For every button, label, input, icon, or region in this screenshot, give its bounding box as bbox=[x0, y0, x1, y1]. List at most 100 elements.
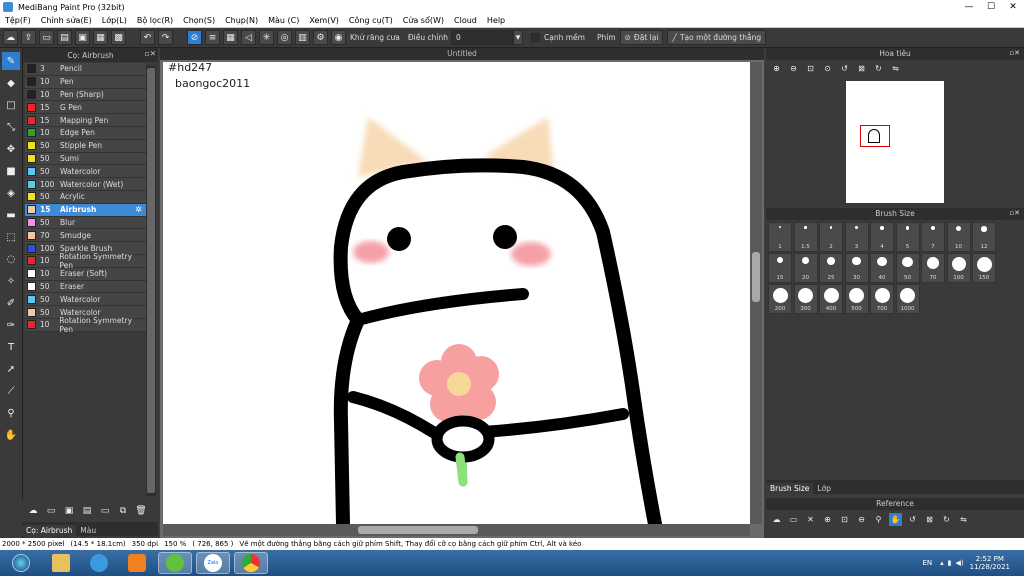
ref-folder-icon[interactable]: ▭ bbox=[787, 513, 800, 526]
open-folder-icon[interactable]: ▤ bbox=[57, 30, 72, 45]
brush-size-option[interactable]: 40 bbox=[870, 253, 894, 283]
export-icon[interactable]: ▦ bbox=[93, 30, 108, 45]
ref-flip-icon[interactable]: ⇋ bbox=[957, 513, 970, 526]
save-icon[interactable]: ▣ bbox=[75, 30, 90, 45]
taskbar-chrome[interactable] bbox=[234, 552, 268, 574]
cloud-brush-icon[interactable]: ☁ bbox=[26, 504, 40, 518]
copy-icon[interactable]: ⧉ bbox=[116, 504, 130, 518]
brush-item[interactable]: 10 Pen (Sharp) bbox=[25, 88, 146, 102]
taskbar-explorer[interactable] bbox=[44, 552, 78, 574]
brush-item[interactable]: 100 Watercolor (Wet) bbox=[25, 178, 146, 191]
minimize-button[interactable]: — bbox=[958, 0, 980, 14]
tray-arrow-icon[interactable]: ▴ bbox=[940, 559, 944, 567]
adjust-input[interactable]: 0 bbox=[451, 30, 513, 45]
brush-item[interactable]: 50 Watercolor bbox=[25, 165, 146, 179]
hand-tool-icon[interactable]: ✋ bbox=[2, 426, 20, 444]
menu-layer[interactable]: Lớp(L) bbox=[97, 16, 132, 25]
ref-eyedropper-icon[interactable]: ⚲ bbox=[872, 513, 885, 526]
brush-size-option[interactable]: 20 bbox=[793, 253, 818, 283]
maximize-button[interactable]: ☐ bbox=[980, 0, 1002, 14]
upload-icon[interactable]: ⇪ bbox=[21, 30, 36, 45]
brush-size-option[interactable]: 30 bbox=[844, 253, 869, 283]
lasso-icon[interactable]: ◌ bbox=[2, 250, 20, 268]
brush-item[interactable]: 70 Smudge bbox=[25, 229, 146, 243]
taskbar-media[interactable] bbox=[120, 552, 154, 574]
zoom-out-icon[interactable]: ⊖ bbox=[787, 62, 800, 75]
magic-wand-icon[interactable]: ✧ bbox=[2, 272, 20, 290]
brush-item[interactable]: 10 Rotation Symmetry Pen bbox=[25, 252, 146, 270]
canvas-vertical-scrollbar[interactable] bbox=[750, 62, 762, 524]
ref-fit-icon[interactable]: ⊡ bbox=[838, 513, 851, 526]
chevron-down-icon[interactable]: ▾ bbox=[513, 30, 523, 45]
volume-icon[interactable]: ◀) bbox=[956, 559, 964, 567]
flip-icon[interactable]: ⇋ bbox=[889, 62, 902, 75]
brush-size-option[interactable]: 400 bbox=[819, 284, 843, 314]
brush-item[interactable]: 10 Edge Pen bbox=[25, 127, 146, 140]
brush-size-option[interactable]: 7 bbox=[921, 222, 945, 252]
brush-settings-icon[interactable]: ✲ bbox=[135, 205, 142, 214]
clock[interactable]: 2:52 PM 11/28/2021 bbox=[970, 555, 1010, 571]
gradient-icon[interactable]: ▬ bbox=[2, 206, 20, 224]
brush-size-option[interactable]: 4 bbox=[870, 222, 894, 252]
parallel-snap-icon[interactable]: ≡ bbox=[205, 30, 220, 45]
brush-item[interactable]: 50 Sumi bbox=[25, 152, 146, 166]
radial-snap-icon[interactable]: ✳ bbox=[259, 30, 274, 45]
menu-filter[interactable]: Bộ lọc(R) bbox=[132, 16, 178, 25]
select-icon[interactable]: ⬚ bbox=[2, 228, 20, 246]
brush-item[interactable]: 50 Stipple Pen bbox=[25, 139, 146, 153]
ref-hand-icon[interactable]: ✋ bbox=[889, 512, 902, 526]
language-indicator[interactable]: EN bbox=[922, 559, 932, 567]
drawing-canvas[interactable]: #hd247 baongoc2011 bbox=[163, 62, 750, 524]
redo-icon[interactable]: ↷ bbox=[158, 30, 173, 45]
brush-item[interactable]: 10 Eraser (Soft) bbox=[25, 267, 146, 281]
brush-size-option[interactable]: 100 bbox=[946, 253, 971, 283]
tab-brush[interactable]: Cọ: Airbrush bbox=[22, 525, 77, 536]
ref-zoom-in-icon[interactable]: ⊕ bbox=[821, 513, 834, 526]
taskbar-zalo[interactable]: Zalo bbox=[196, 552, 230, 574]
brush-size-option[interactable]: 150 bbox=[972, 253, 996, 283]
brush-item[interactable]: 50 Watercolor bbox=[25, 293, 146, 307]
brush-tool-icon[interactable]: ✎ bbox=[2, 52, 20, 70]
brush-size-option[interactable]: 1 bbox=[768, 222, 792, 252]
antialias-toggle-icon[interactable]: ◉ bbox=[331, 30, 346, 45]
panel-close-icon[interactable]: ▫✕ bbox=[1009, 209, 1020, 217]
ref-close-icon[interactable]: ✕ bbox=[804, 513, 817, 526]
add-brush-icon[interactable]: ▣ bbox=[62, 504, 76, 518]
snap-settings-icon[interactable]: ⚙ bbox=[313, 30, 328, 45]
select-pen-icon[interactable]: ✐ bbox=[2, 294, 20, 312]
brush-item[interactable]: 50 Acrylic bbox=[25, 191, 146, 204]
hand-move-icon[interactable]: ✥ bbox=[2, 140, 20, 158]
trash-icon[interactable]: 🗑 bbox=[134, 504, 148, 518]
folder-icon[interactable]: ▭ bbox=[44, 504, 58, 518]
menu-select[interactable]: Chọn(S) bbox=[178, 16, 220, 25]
tab-brush-size[interactable]: Brush Size bbox=[766, 483, 814, 494]
network-icon[interactable]: ▮ bbox=[948, 559, 952, 567]
menu-snap[interactable]: Chụp(N) bbox=[220, 16, 263, 25]
brush-item[interactable]: 15 Airbrush ✲ bbox=[25, 203, 146, 217]
zoom-in-icon[interactable]: ⊕ bbox=[770, 62, 783, 75]
new-file-icon[interactable]: ▭ bbox=[39, 30, 54, 45]
menu-tools[interactable]: Công cụ(T) bbox=[344, 16, 398, 25]
menu-window[interactable]: Cửa sổ(W) bbox=[398, 16, 449, 25]
line-snap-icon[interactable]: ⊘ bbox=[187, 30, 202, 45]
scroll-thumb[interactable] bbox=[147, 68, 155, 493]
panel-close-icon[interactable]: ▫✕ bbox=[145, 49, 156, 58]
brush-item[interactable]: 3 Pencil bbox=[25, 63, 146, 76]
panel-close-icon[interactable]: ▫✕ bbox=[1009, 49, 1020, 57]
text-tool-icon[interactable]: T bbox=[2, 338, 20, 356]
close-button[interactable]: ✕ bbox=[1002, 0, 1024, 14]
brush-size-option[interactable]: 5 bbox=[895, 222, 920, 252]
move-tool-icon[interactable]: ⤡ bbox=[2, 118, 20, 136]
vanish-snap-icon[interactable]: ◁ bbox=[241, 30, 256, 45]
menu-file[interactable]: Tệp(F) bbox=[0, 16, 36, 25]
brush-size-option[interactable]: 500 bbox=[844, 284, 869, 314]
reset-view-icon[interactable]: ⊠ bbox=[855, 62, 868, 75]
brush-size-option[interactable]: 700 bbox=[870, 284, 894, 314]
brush-size-option[interactable]: 1.5 bbox=[793, 222, 818, 252]
reset-button[interactable]: ⊘ Đặt lại bbox=[619, 30, 664, 45]
menu-color[interactable]: Màu (C) bbox=[263, 16, 304, 25]
brush-size-option[interactable]: 12 bbox=[972, 222, 996, 252]
eyedropper-icon[interactable]: ⚲ bbox=[2, 404, 20, 422]
make-line-button[interactable]: ╱ Tạo một đường thẳng bbox=[667, 30, 767, 45]
brush-size-option[interactable]: 3 bbox=[844, 222, 869, 252]
